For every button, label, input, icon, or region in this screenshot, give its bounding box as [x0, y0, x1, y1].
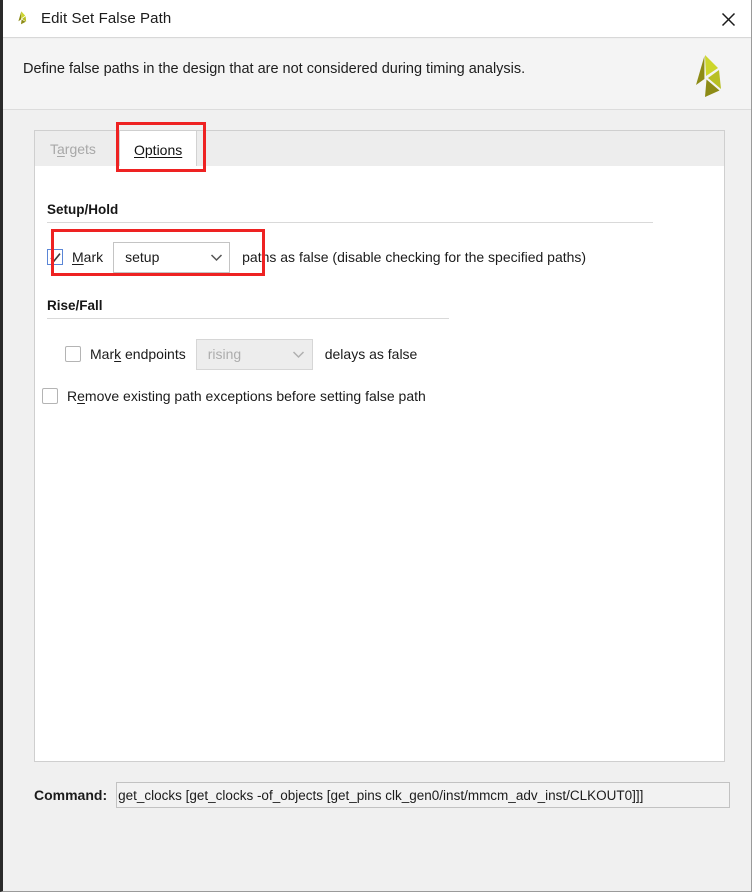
dialog-window: Edit Set False Path Define false paths i… [0, 0, 752, 892]
command-label: Command: [34, 787, 108, 803]
setup-hold-trailing-text: paths as false (disable checking for the… [242, 249, 587, 265]
dialog-footer: ? Reference Reset to Defaults OK Cancel … [3, 824, 751, 892]
remove-exceptions-label: Remove existing path exceptions before s… [67, 388, 426, 404]
close-icon[interactable] [705, 0, 751, 38]
rise-fall-dropdown-value: rising [207, 346, 242, 362]
tab-options-label: Options [134, 141, 183, 158]
options-panel: Setup/Hold Mark setup paths as false (di… [34, 166, 725, 762]
setup-hold-divider [47, 222, 653, 223]
command-input[interactable]: get_clocks [get_clocks -of_objects [get_… [116, 782, 730, 808]
title-bar: Edit Set False Path [3, 0, 751, 38]
mark-setup-label: Mark [72, 249, 104, 265]
mark-endpoints-label: Mark endpoints [90, 346, 186, 362]
tab-targets-label: Targets [50, 141, 96, 157]
window-title: Edit Set False Path [41, 10, 172, 27]
chevron-down-icon [203, 253, 229, 262]
tab-strip: Targets Options [34, 130, 725, 168]
setup-hold-dropdown-value: setup [125, 249, 160, 265]
rise-fall-trailing-text: delays as false [324, 346, 418, 362]
remove-exceptions-checkbox[interactable] [42, 388, 58, 404]
description-text: Define false paths in the design that ar… [23, 61, 526, 77]
rise-fall-divider [47, 318, 449, 319]
tab-options[interactable]: Options [119, 131, 198, 168]
rise-fall-section-label: Rise/Fall [47, 298, 103, 313]
command-input-value: get_clocks [get_clocks -of_objects [get_… [118, 787, 644, 803]
description-banner: Define false paths in the design that ar… [3, 39, 751, 110]
chevron-down-icon [286, 350, 312, 359]
rise-fall-dropdown[interactable]: rising [195, 338, 313, 370]
tab-targets[interactable]: Targets [36, 131, 110, 167]
mark-setup-checkbox[interactable] [47, 249, 63, 265]
xilinx-logo-icon [685, 52, 729, 100]
mark-endpoints-checkbox[interactable] [65, 346, 81, 362]
setup-hold-row: Mark setup paths as false (disable check… [47, 238, 586, 276]
rise-fall-row: Mark endpoints rising delays as false [65, 336, 417, 372]
xilinx-logo-icon [12, 9, 32, 29]
setup-hold-section-label: Setup/Hold [47, 202, 119, 217]
remove-exceptions-row: Remove existing path exceptions before s… [42, 385, 426, 407]
command-row: Command: get_clocks [get_clocks -of_obje… [3, 778, 751, 812]
setup-hold-dropdown[interactable]: setup [113, 241, 231, 273]
